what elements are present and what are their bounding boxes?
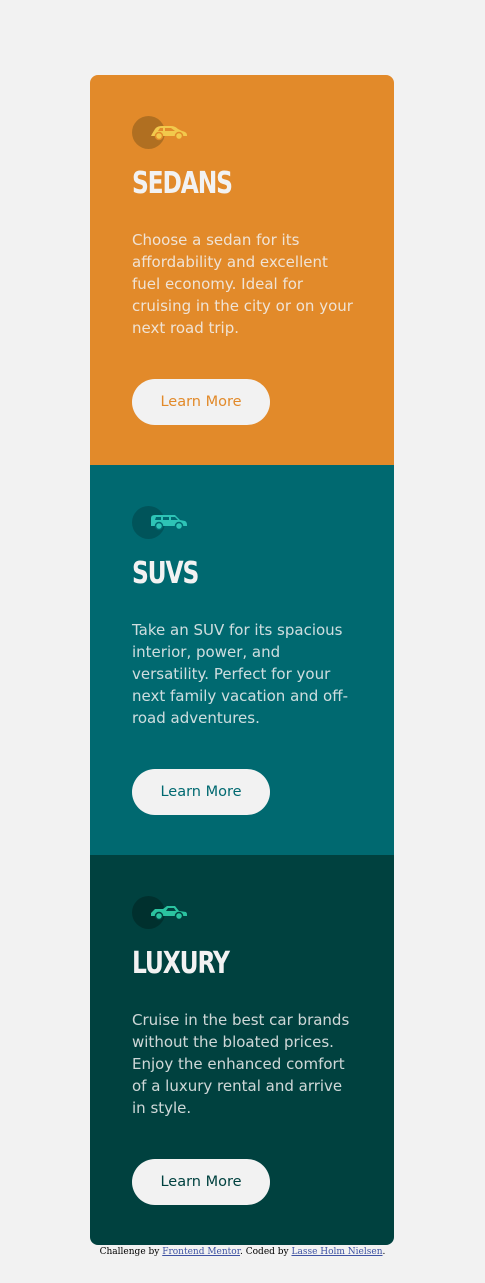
card-title: SEDANS (132, 166, 233, 201)
author-link[interactable]: Lasse Holm Nielsen (291, 1247, 382, 1257)
card-suvs: SUVS Take an SUV for its spacious interi… (90, 465, 394, 855)
attribution-suffix: . (382, 1247, 386, 1257)
card-luxury: LUXURY Cruise in the best car brands wit… (90, 855, 394, 1245)
learn-more-button[interactable]: Learn More (132, 1159, 270, 1205)
car-cards-container: SEDANS Choose a sedan for its affordabil… (90, 75, 394, 1245)
luxury-car-icon (151, 906, 187, 921)
attribution-middle: . Coded by (240, 1247, 292, 1257)
suv-car-icon (151, 515, 187, 531)
frontend-mentor-link[interactable]: Frontend Mentor (162, 1247, 240, 1257)
attribution-prefix: Challenge by (99, 1247, 163, 1257)
card-description: Choose a sedan for its affordability and… (132, 231, 353, 337)
card-sedans: SEDANS Choose a sedan for its affordabil… (90, 75, 394, 465)
luxury-icon-wrap (132, 895, 196, 931)
card-title: LUXURY (132, 946, 230, 981)
sedan-icon-wrap (132, 115, 196, 151)
learn-more-button[interactable]: Learn More (132, 769, 270, 815)
card-description: Take an SUV for its spacious interior, p… (132, 621, 348, 727)
learn-more-button[interactable]: Learn More (132, 379, 270, 425)
card-description: Cruise in the best car brands without th… (132, 1011, 350, 1117)
card-title: SUVS (132, 556, 199, 591)
sedan-car-icon (151, 126, 187, 141)
suv-icon-wrap (132, 505, 196, 541)
attribution: Challenge by Frontend Mentor. Coded by L… (0, 1247, 485, 1257)
